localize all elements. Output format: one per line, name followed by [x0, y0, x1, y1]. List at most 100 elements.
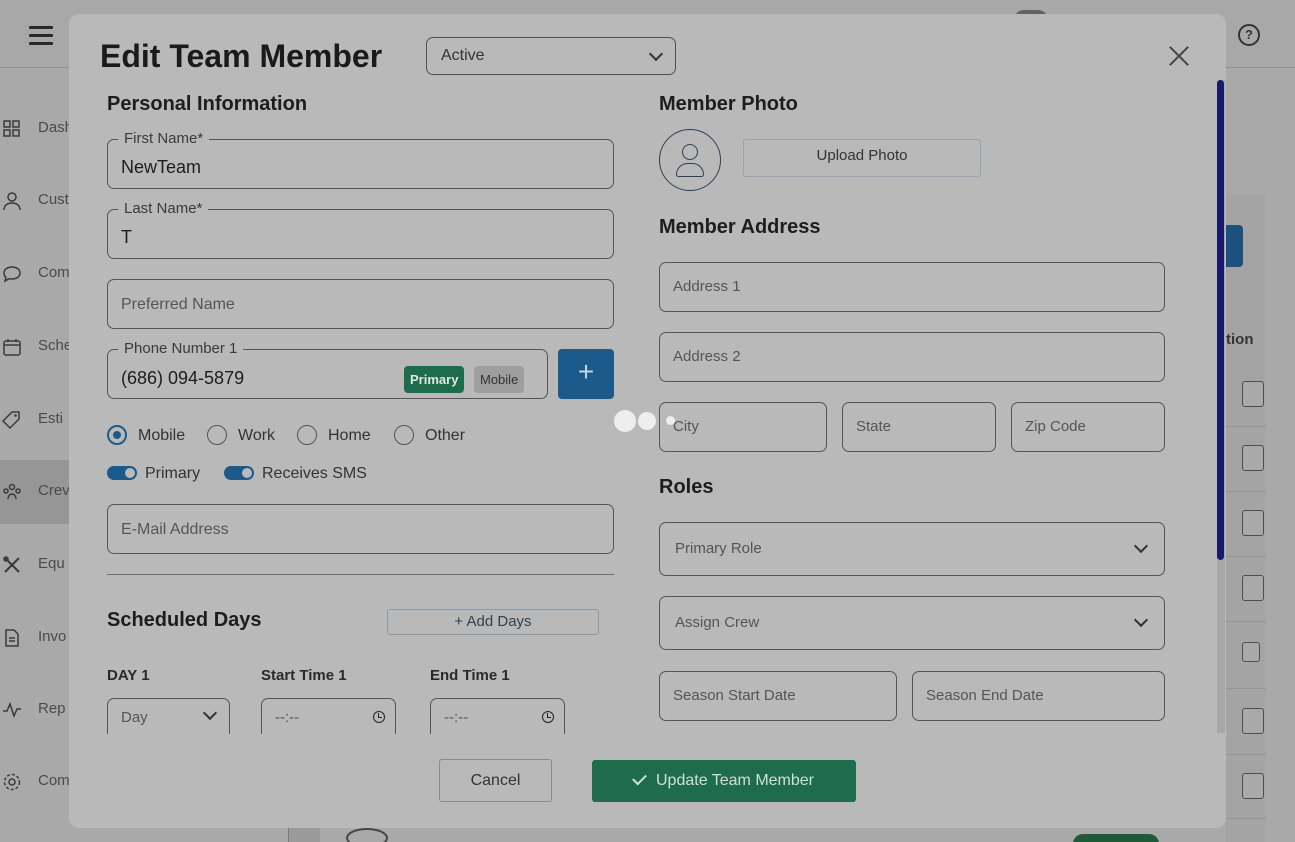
sidebar-item-dashboard[interactable]: Dash — [0, 97, 73, 161]
background-action-button[interactable] — [1226, 225, 1243, 267]
radio-label: Home — [328, 427, 371, 444]
row-divider — [1226, 688, 1266, 689]
chevron-down-icon — [648, 46, 664, 62]
address1-field[interactable]: Address 1 — [659, 262, 1165, 312]
add-phone-button[interactable]: + — [558, 349, 614, 399]
download-icon[interactable] — [1242, 773, 1264, 799]
sidebar-item-estimates[interactable]: Esti — [0, 388, 70, 452]
download-icon[interactable] — [1242, 575, 1264, 601]
preferred-name-field[interactable]: Preferred Name — [107, 279, 614, 329]
sidebar-item-label: Sche — [38, 337, 73, 354]
row-divider — [1226, 491, 1266, 492]
cancel-button[interactable]: Cancel — [439, 759, 552, 802]
zip-code-placeholder: Zip Code — [1025, 418, 1086, 435]
hamburger-menu-icon[interactable] — [29, 26, 53, 46]
crew-icon — [3, 483, 21, 500]
phone-number-field[interactable]: Phone Number 1 (686) 094-5879 Primary Mo… — [107, 340, 548, 399]
day-select[interactable]: Day — [107, 698, 230, 734]
background-table-header: tion — [1226, 331, 1254, 348]
loading-dot — [614, 410, 636, 432]
upload-photo-button[interactable]: Upload Photo — [743, 139, 981, 177]
check-icon — [632, 770, 647, 786]
radio-unchecked-icon — [207, 425, 227, 445]
sidebar-item-company-settings[interactable]: Com — [0, 750, 70, 814]
sidebar-item-label: Cust — [38, 191, 69, 208]
close-icon[interactable] — [1163, 40, 1195, 72]
first-name-label: First Name* — [118, 130, 210, 147]
loading-dot — [638, 412, 656, 430]
primary-role-select[interactable]: Primary Role — [659, 522, 1165, 576]
radio-checked-icon — [107, 425, 127, 445]
address2-placeholder: Address 2 — [673, 348, 741, 365]
download-icon[interactable] — [1242, 381, 1264, 407]
add-days-button[interactable]: + Add Days — [387, 609, 599, 635]
calendar-icon — [3, 339, 21, 356]
last-name-field[interactable]: Last Name* T — [107, 200, 614, 259]
season-start-date-field[interactable]: Season Start Date — [659, 671, 897, 721]
row-divider — [1226, 818, 1266, 819]
row-divider — [1226, 754, 1266, 755]
section-divider — [107, 574, 614, 575]
start-time-value: --:-- — [275, 709, 300, 726]
assign-crew-placeholder: Assign Crew — [675, 614, 760, 631]
sidebar-item-label: Crev — [38, 482, 70, 499]
download-icon[interactable] — [1242, 708, 1264, 734]
invoice-icon — [5, 629, 19, 647]
city-field[interactable]: City — [659, 402, 827, 452]
background-strip — [288, 828, 320, 842]
sidebar-item-communications[interactable]: Com — [0, 242, 70, 306]
address2-field[interactable]: Address 2 — [659, 332, 1165, 382]
toggle-on-icon — [224, 466, 254, 480]
personal-info-heading: Personal Information — [107, 93, 308, 115]
zip-code-field[interactable]: Zip Code — [1011, 402, 1165, 452]
clock-icon[interactable] — [542, 711, 554, 723]
member-photo-heading: Member Photo — [659, 93, 798, 115]
sidebar-item-label: Com — [38, 264, 70, 281]
row-divider — [1226, 556, 1266, 557]
download-icon[interactable] — [1242, 445, 1264, 471]
update-button-label: Update Team Member — [656, 772, 814, 789]
roles-heading: Roles — [659, 476, 714, 498]
radio-unchecked-icon — [394, 425, 414, 445]
sidebar-item-schedule[interactable]: Sche — [0, 315, 73, 379]
phone-primary-badge: Primary — [404, 366, 465, 393]
download-icon[interactable] — [1242, 510, 1264, 536]
trash-icon[interactable] — [1242, 642, 1260, 662]
phone-number-value: (686) 094-5879 — [121, 368, 245, 388]
report-icon — [3, 701, 21, 719]
preferred-name-placeholder: Preferred Name — [121, 296, 235, 313]
sidebar-item-reports[interactable]: Rep — [0, 678, 70, 742]
first-name-value: NewTeam — [121, 157, 202, 177]
start-time-input[interactable]: --:-- — [261, 698, 396, 734]
modal-scrollbar[interactable] — [1217, 80, 1225, 733]
sidebar-item-label: Rep — [38, 700, 66, 717]
assign-crew-select[interactable]: Assign Crew — [659, 596, 1165, 650]
season-end-date-field[interactable]: Season End Date — [912, 671, 1165, 721]
phone-type-badge: Mobile — [474, 366, 525, 393]
sidebar-item-crew[interactable]: Crev — [0, 460, 70, 524]
start-time-column-label: Start Time 1 — [261, 667, 347, 684]
primary-role-placeholder: Primary Role — [675, 540, 762, 557]
status-select[interactable]: Active — [426, 37, 676, 75]
email-field[interactable]: E-Mail Address — [107, 504, 614, 554]
season-start-placeholder: Season Start Date — [673, 687, 796, 704]
state-field[interactable]: State — [842, 402, 996, 452]
clock-icon[interactable] — [373, 711, 385, 723]
row-divider — [1226, 426, 1266, 427]
sidebar-item-customers[interactable]: Cust — [0, 169, 70, 233]
dashboard-icon — [3, 120, 20, 137]
scrollbar-thumb[interactable] — [1217, 80, 1224, 560]
help-icon[interactable]: ? — [1238, 24, 1260, 46]
end-time-input[interactable]: --:-- — [430, 698, 565, 734]
address1-placeholder: Address 1 — [673, 278, 741, 295]
sidebar-item-equipment[interactable]: Equ — [0, 533, 70, 597]
background-avatar — [346, 828, 388, 842]
sidebar-item-label: Equ — [38, 555, 65, 572]
radio-label: Other — [425, 427, 466, 444]
scheduled-days-heading: Scheduled Days — [107, 609, 262, 631]
update-team-member-button[interactable]: Update Team Member — [592, 760, 856, 802]
first-name-field[interactable]: First Name* NewTeam — [107, 130, 614, 189]
sidebar-item-invoices[interactable]: Invo — [0, 606, 70, 670]
day-column-label: DAY 1 — [107, 667, 150, 684]
chevron-down-icon — [1133, 538, 1149, 554]
